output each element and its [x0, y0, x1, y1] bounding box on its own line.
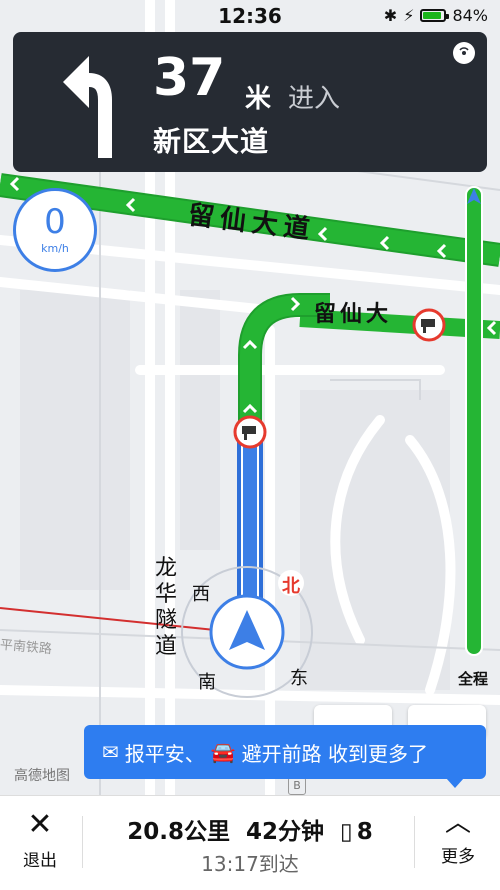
status-bar: 12:36 ✱ ⚡ 84%: [0, 0, 500, 32]
speedometer: 0 km/h: [13, 188, 97, 272]
tunnel-label: 龙华隧道: [155, 556, 178, 659]
guidance-unit: 米: [245, 84, 272, 114]
camera-marker: [233, 415, 267, 449]
speed-unit: km/h: [41, 242, 69, 255]
guidance-action: 进入: [288, 84, 341, 114]
traffic-light-count: 8: [356, 819, 373, 845]
turn-left-arrow-icon: [63, 56, 112, 158]
more-button[interactable]: ︿ 更多: [436, 810, 480, 867]
arrival-time: 13:17到达: [201, 852, 299, 876]
route-overview-label[interactable]: 全程: [458, 668, 488, 689]
promo-banner[interactable]: ✉ 报平安、 🚘 避开前路 收到更多了: [84, 725, 486, 788]
banner-text-2: 避开前路 收到更多了: [241, 741, 429, 766]
status-right: ✱ ⚡ 84%: [384, 6, 488, 25]
car-icon: 🚘: [210, 740, 236, 764]
battery-icon: [420, 9, 450, 22]
compass-north: 北: [282, 576, 300, 597]
envelope-icon: ✉: [102, 740, 119, 764]
trip-summary[interactable]: 20.8公里 42分钟 ▯ 8: [0, 812, 500, 846]
guidance-road: 新区大道: [153, 125, 270, 158]
charging-icon: ⚡: [403, 6, 415, 25]
map-b-marker: B: [288, 777, 306, 795]
compass-east: 东: [290, 668, 308, 689]
camera-marker: [412, 308, 446, 342]
speed-value: 0: [44, 202, 66, 242]
navigation-bottom-bar: ✕ 退出 20.8公里 42分钟 ▯ 8 13:17到达 ︿ 更多: [0, 795, 500, 890]
compass-south: 南: [198, 672, 216, 693]
remaining-distance: 20.8公里: [127, 819, 230, 845]
bluetooth-icon: ✱: [383, 6, 398, 25]
battery-percent: 84%: [452, 6, 488, 25]
road-label-secondary: 留仙大: [314, 302, 393, 327]
turn-guidance-panel[interactable]: 37 米 进入 新区大道: [13, 32, 487, 172]
route-progress-marker-icon: [465, 186, 483, 656]
traffic-light-icon: ▯: [340, 819, 353, 845]
divider: [414, 816, 415, 868]
guidance-distance: 37: [153, 48, 226, 108]
chevron-up-icon: ︿: [444, 808, 471, 838]
more-label: 更多: [441, 847, 475, 867]
compass-west: 西: [192, 584, 210, 605]
gps-signal-icon[interactable]: [453, 42, 475, 64]
map-logo: 高德地图: [14, 768, 70, 784]
banner-text-1: 报平安、: [124, 741, 205, 766]
remaining-duration: 42分钟: [246, 819, 325, 845]
